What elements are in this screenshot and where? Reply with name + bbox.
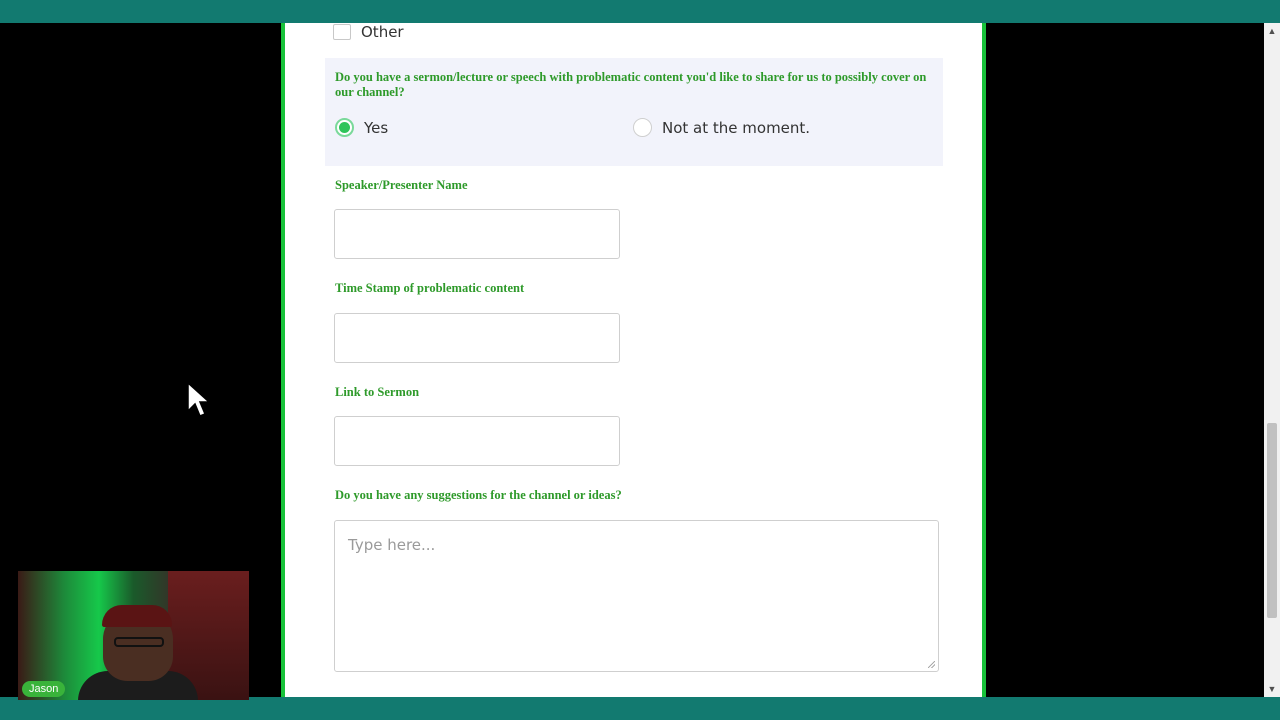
scrollbar-thumb[interactable]: [1267, 423, 1277, 618]
webcam-overlay: Jason: [18, 571, 249, 700]
suggestions-textarea[interactable]: Type here...: [334, 520, 939, 672]
radio-yes[interactable]: [335, 118, 354, 137]
share-sermon-question: Do you have a sermon/lecture or speech w…: [325, 58, 943, 166]
share-sermon-question-label: Do you have a sermon/lecture or speech w…: [335, 70, 927, 99]
radio-not-now[interactable]: [633, 118, 652, 137]
speaker-name-input[interactable]: [334, 209, 620, 259]
other-checkbox[interactable]: [333, 24, 351, 40]
radio-yes-label: Yes: [364, 118, 389, 137]
suggestions-placeholder: Type here...: [348, 536, 436, 554]
link-to-sermon-label: Link to Sermon: [335, 385, 420, 399]
radio-option-not-now[interactable]: Not at the moment.: [633, 118, 810, 137]
webcam-person-cap: [102, 605, 172, 627]
scroll-up-arrow-icon[interactable]: ▲: [1264, 25, 1280, 37]
radio-option-yes[interactable]: Yes: [335, 118, 388, 137]
page-scrollbar[interactable]: ▲ ▼: [1264, 23, 1280, 697]
resize-handle-icon[interactable]: [928, 661, 935, 668]
timestamp-label: Time Stamp of problematic content: [335, 281, 525, 295]
webcam-person-glasses: [114, 637, 164, 647]
bottom-frame-bar: [0, 697, 1280, 720]
suggestions-label: Do you have any suggestions for the chan…: [335, 488, 622, 502]
top-frame-bar: [0, 0, 1280, 23]
form-panel: Other Do you have a sermon/lecture or sp…: [281, 23, 986, 697]
other-checkbox-row[interactable]: Other: [333, 23, 404, 41]
link-to-sermon-input[interactable]: [334, 416, 620, 466]
mouse-pointer-icon: [187, 381, 210, 417]
radio-not-now-label: Not at the moment.: [662, 118, 811, 137]
timestamp-input[interactable]: [334, 313, 620, 363]
scroll-down-arrow-icon[interactable]: ▼: [1264, 683, 1280, 695]
webcam-name-tag: Jason: [22, 681, 66, 697]
speaker-name-label: Speaker/Presenter Name: [335, 178, 468, 192]
other-checkbox-label: Other: [361, 23, 404, 41]
